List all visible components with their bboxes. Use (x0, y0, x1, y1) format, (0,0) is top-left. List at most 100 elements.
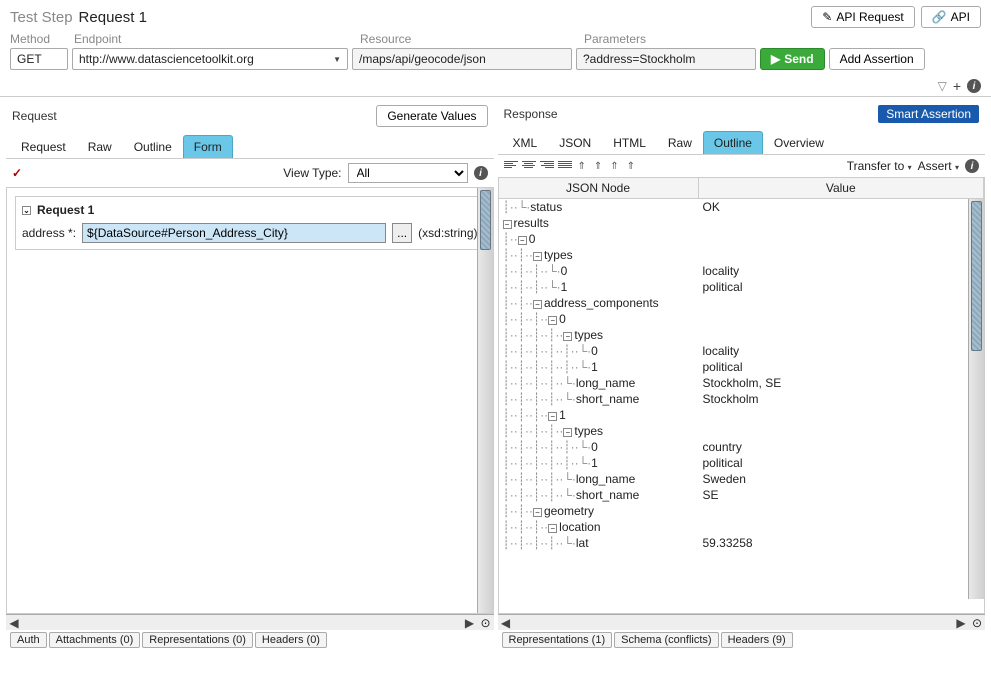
btab-representations-resp[interactable]: Representations (1) (502, 632, 613, 648)
tab-form[interactable]: Form (183, 135, 233, 158)
tree-toggle-icon[interactable]: − (548, 412, 557, 421)
btab-schema[interactable]: Schema (conflicts) (614, 632, 718, 648)
assert-menu[interactable]: Assert ▾ (918, 159, 959, 173)
transfer-to-menu[interactable]: Transfer to ▾ (847, 159, 912, 173)
view-type-select[interactable]: All (348, 163, 468, 183)
tab-outline[interactable]: Outline (123, 135, 183, 158)
chevron-down-icon: ▾ (955, 163, 959, 172)
tree-node-label: types (574, 328, 603, 342)
tree-row[interactable]: ┊··┊··┊··┊··┊··└·1political (499, 455, 985, 471)
browse-button[interactable]: ... (392, 223, 412, 243)
tree-toggle-icon[interactable]: − (548, 524, 557, 533)
tree-row[interactable]: ┊··└·statusOK (499, 199, 985, 215)
tab-outline-resp[interactable]: Outline (703, 131, 763, 154)
tree-toggle-icon[interactable]: − (563, 428, 572, 437)
tab-raw-resp[interactable]: Raw (657, 131, 703, 154)
scroll-right-icon[interactable]: ▶ (953, 616, 969, 630)
send-button[interactable]: ▶Send (760, 48, 825, 70)
tree-row[interactable]: ┊··┊··┊··└·1political (499, 279, 985, 295)
filter-icon[interactable]: ▽ (938, 79, 947, 93)
scrollbar-vertical[interactable] (477, 188, 493, 613)
tree-row[interactable]: ┊··┊··┊··┊··┊··└·0country (499, 439, 985, 455)
tree-node-label: 1 (591, 456, 598, 470)
tree-row[interactable]: ┊··┊··┊··┊··−types (499, 423, 985, 439)
tree-row[interactable]: ┊··┊··−geometry (499, 503, 985, 519)
tab-overview[interactable]: Overview (763, 131, 835, 154)
align-justify-icon[interactable] (558, 161, 572, 172)
tree-row[interactable]: ┊··┊··┊··┊··└·short_nameStockholm (499, 391, 985, 407)
btab-auth[interactable]: Auth (10, 632, 47, 648)
info-icon[interactable]: i (474, 166, 488, 180)
parameters-label: Parameters (584, 32, 981, 46)
tree-toggle-icon[interactable]: − (533, 300, 542, 309)
tree-row[interactable]: ┊··┊··┊··−1 (499, 407, 985, 423)
btab-headers[interactable]: Headers (0) (255, 632, 327, 648)
tree-row[interactable]: ┊··┊··┊··┊··└·long_nameSweden (499, 471, 985, 487)
zoom-icon[interactable]: ⊙ (478, 616, 494, 630)
tree-toggle-icon[interactable]: − (533, 252, 542, 261)
zoom-icon[interactable]: ⊙ (969, 616, 985, 630)
tree-row[interactable]: ┊··−0 (499, 231, 985, 247)
tree-row[interactable]: ┊··┊··┊··−0 (499, 311, 985, 327)
tree-value: political (699, 279, 985, 295)
tab-html[interactable]: HTML (602, 131, 657, 154)
collapse-icon[interactable]: ⌄ (22, 206, 31, 215)
plus-icon[interactable]: + (953, 78, 961, 94)
resource-field[interactable]: /maps/api/geocode/json (352, 48, 572, 70)
tree-value: SE (699, 487, 985, 503)
tree-value: political (699, 359, 985, 375)
tree-toggle-icon[interactable]: − (563, 332, 572, 341)
expand-up-icon[interactable]: ⇑ (592, 161, 604, 172)
align-center-icon[interactable] (522, 161, 536, 172)
generate-values-button[interactable]: Generate Values (376, 105, 487, 127)
tree-row[interactable]: ┊··┊··┊··┊··└·lat59.33258 (499, 535, 985, 551)
address-input[interactable] (82, 223, 386, 243)
info-icon[interactable]: i (967, 79, 981, 93)
tree-row[interactable]: ┊··┊··┊··−location (499, 519, 985, 535)
api-request-button[interactable]: ✎API Request (811, 6, 914, 28)
tree-value: 59.33258 (699, 535, 985, 551)
tree-row[interactable]: ┊··┊··┊··┊··└·long_nameStockholm, SE (499, 375, 985, 391)
tree-toggle-icon[interactable]: − (533, 508, 542, 517)
tree-row[interactable]: ┊··┊··┊··┊··┊··└·1political (499, 359, 985, 375)
method-select[interactable]: GET (10, 48, 68, 70)
tree-row[interactable]: −results (499, 215, 985, 231)
field-label-address: address *: (22, 226, 76, 240)
check-icon[interactable]: ✓ (12, 166, 22, 180)
tree-row[interactable]: ┊··┊··−address_components (499, 295, 985, 311)
align-right-icon[interactable] (540, 161, 554, 172)
scroll-right-icon[interactable]: ▶ (462, 616, 478, 630)
parameters-field[interactable]: ?address=Stockholm (576, 48, 756, 70)
tree-row[interactable]: ┊··┊··┊··└·0locality (499, 263, 985, 279)
scroll-left-icon[interactable]: ◀ (6, 616, 22, 630)
scrollbar-horizontal[interactable]: ◀ ▶ ⊙ (498, 614, 986, 630)
tab-request[interactable]: Request (10, 135, 77, 158)
collapse-all-icon[interactable]: ⇑ (608, 161, 620, 172)
tree-value (699, 311, 985, 327)
expand-all-icon[interactable]: ⇑ (625, 161, 637, 172)
align-left-icon[interactable] (504, 161, 518, 172)
tree-value: Stockholm (699, 391, 985, 407)
btab-representations[interactable]: Representations (0) (142, 632, 253, 648)
collapse-up-icon[interactable]: ⇑ (576, 161, 588, 172)
btab-headers-resp[interactable]: Headers (9) (721, 632, 793, 648)
endpoint-select[interactable]: http://www.datasciencetoolkit.org▼ (72, 48, 348, 70)
scroll-left-icon[interactable]: ◀ (498, 616, 514, 630)
tree-row[interactable]: ┊··┊··┊··┊··┊··└·0locality (499, 343, 985, 359)
tab-raw[interactable]: Raw (77, 135, 123, 158)
tree-row[interactable]: ┊··┊··┊··┊··−types (499, 327, 985, 343)
api-button[interactable]: 🔗API (921, 6, 981, 28)
tree-toggle-icon[interactable]: − (518, 236, 527, 245)
info-icon[interactable]: i (965, 159, 979, 173)
tree-row[interactable]: ┊··┊··┊··┊··└·short_nameSE (499, 487, 985, 503)
smart-assertion-button[interactable]: Smart Assertion (878, 105, 979, 123)
scrollbar-horizontal[interactable]: ◀ ▶ ⊙ (6, 614, 494, 630)
tab-xml[interactable]: XML (502, 131, 549, 154)
add-assertion-button[interactable]: Add Assertion (829, 48, 925, 70)
tree-toggle-icon[interactable]: − (548, 316, 557, 325)
scrollbar-vertical[interactable] (968, 199, 984, 599)
tree-toggle-icon[interactable]: − (503, 220, 512, 229)
tree-row[interactable]: ┊··┊··−types (499, 247, 985, 263)
tab-json[interactable]: JSON (548, 131, 602, 154)
btab-attachments[interactable]: Attachments (0) (49, 632, 141, 648)
